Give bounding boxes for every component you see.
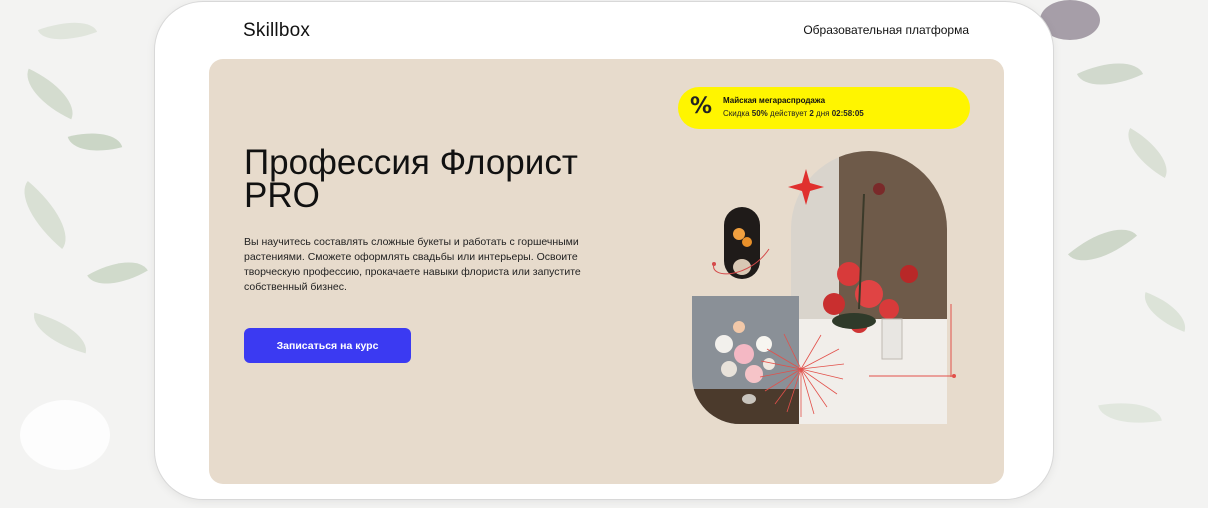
days-label: дня	[816, 109, 830, 118]
countdown-timer: 02:58:05	[831, 109, 864, 118]
discount-prefix: Скидка	[723, 109, 750, 118]
arch-flower-photo	[791, 151, 947, 424]
valid-text: действует	[770, 109, 808, 118]
promo-details: Скидка 50% действует 2 дня 02:58:05	[723, 109, 864, 118]
days-value: 2	[809, 109, 814, 118]
platform-label: Образовательная платформа	[803, 23, 969, 37]
discount-value: 50%	[751, 109, 768, 118]
bouquet-photo	[692, 296, 799, 424]
promo-banner[interactable]: % Майская мегараспродажа Скидка 50% дейс…	[678, 87, 970, 129]
hero-banner: % Майская мегараспродажа Скидка 50% дейс…	[209, 59, 1004, 484]
page-title: Профессия Флорист PRO	[244, 145, 644, 215]
course-description: Вы научитесь составлять сложные букеты и…	[244, 236, 581, 293]
title-line-2: PRO	[244, 176, 320, 215]
browser-frame: Skillbox Образовательная платформа % Май…	[155, 2, 1053, 499]
skillbox-logo[interactable]: Skillbox	[243, 20, 310, 42]
percent-icon: %	[690, 94, 713, 119]
vase-photo	[724, 207, 760, 279]
promo-title: Майская мегараспродажа	[723, 96, 826, 105]
enroll-button[interactable]: Записаться на курс	[244, 328, 411, 363]
